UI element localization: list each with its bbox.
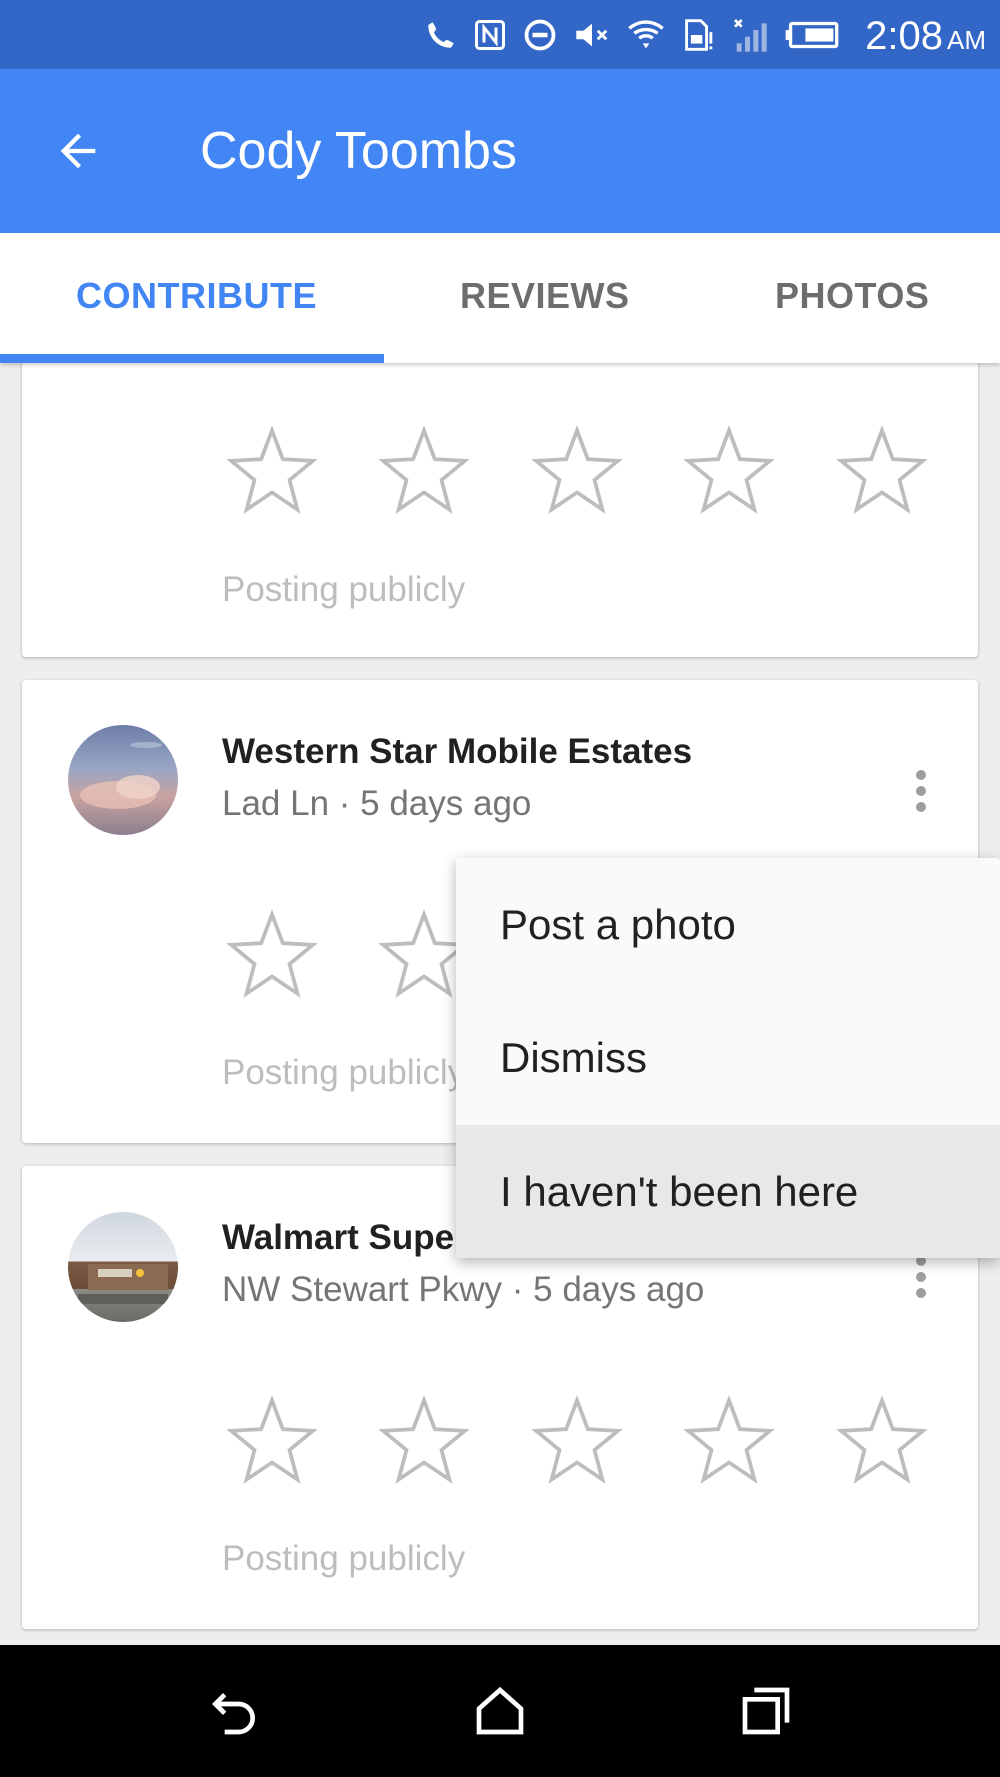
star-icon[interactable]: [679, 420, 779, 520]
home-icon[interactable]: [470, 1683, 530, 1739]
menu-item-havent-been-here[interactable]: I haven't been here: [456, 1125, 1000, 1258]
overflow-menu: Post a photo Dismiss I haven't been here: [456, 858, 1000, 1258]
menu-item-post-photo[interactable]: Post a photo: [456, 858, 1000, 991]
back-nav-icon[interactable]: [204, 1683, 264, 1739]
place-avatar: [68, 1212, 178, 1322]
star-icon[interactable]: [222, 904, 322, 1004]
star-rating[interactable]: [222, 1390, 957, 1490]
arrow-back-icon[interactable]: [50, 125, 106, 177]
battery-icon: [785, 21, 839, 49]
star-icon[interactable]: [222, 420, 322, 520]
star-icon[interactable]: [527, 1390, 627, 1490]
status-time-value: 2:08: [865, 14, 943, 58]
star-icon[interactable]: [374, 1390, 474, 1490]
place-name[interactable]: Western Star Mobile Estates: [222, 732, 692, 772]
signal-icon: [734, 19, 767, 52]
place-subtitle: NW Stewart Pkwy · 5 days ago: [222, 1270, 705, 1309]
tab-indicator: [0, 354, 384, 363]
menu-item-dismiss[interactable]: Dismiss: [456, 991, 1000, 1124]
phone-icon: [428, 22, 454, 48]
more-vert-icon[interactable]: [914, 770, 928, 814]
place-avatar: [68, 725, 178, 835]
star-icon[interactable]: [832, 420, 932, 520]
star-icon[interactable]: [527, 420, 627, 520]
star-icon[interactable]: [374, 420, 474, 520]
recents-icon[interactable]: [736, 1683, 796, 1739]
star-icon[interactable]: [832, 1390, 932, 1490]
cloud-photo: [80, 742, 162, 809]
tab-reviews[interactable]: REVIEWS: [460, 275, 630, 317]
status-time: 2:08 AM: [865, 12, 986, 64]
star-icon[interactable]: [222, 1390, 322, 1490]
tab-contribute[interactable]: CONTRIBUTE: [76, 275, 317, 317]
tab-bar: CONTRIBUTE REVIEWS PHOTOS: [0, 233, 1000, 363]
sd-card-icon: [685, 19, 713, 51]
posting-publicly-label: Posting publicly: [222, 1539, 466, 1578]
place-subtitle: Lad Ln · 5 days ago: [222, 784, 532, 823]
more-vert-icon[interactable]: [914, 1256, 928, 1300]
mute-icon: [576, 23, 608, 47]
nfc-icon: [475, 20, 505, 50]
status-time-ampm: AM: [947, 25, 986, 55]
star-rating[interactable]: [222, 420, 957, 520]
posting-publicly-label: Posting publicly: [222, 570, 466, 609]
app-bar: Cody Toombs: [0, 69, 1000, 233]
system-nav-bar: [0, 1645, 1000, 1777]
contribution-card: Posting publicly: [22, 340, 978, 657]
do-not-disturb-icon: [524, 19, 556, 51]
posting-publicly-label: Posting publicly: [222, 1053, 466, 1092]
page-title: Cody Toombs: [200, 122, 517, 180]
place-name[interactable]: Walmart Supe: [222, 1218, 454, 1258]
star-icon[interactable]: [679, 1390, 779, 1490]
wifi-icon: [628, 20, 664, 49]
status-icons: [424, 10, 840, 60]
tab-photos[interactable]: PHOTOS: [775, 275, 929, 317]
status-bar: 2:08 AM: [0, 0, 1000, 69]
store-photo: [78, 1264, 168, 1304]
